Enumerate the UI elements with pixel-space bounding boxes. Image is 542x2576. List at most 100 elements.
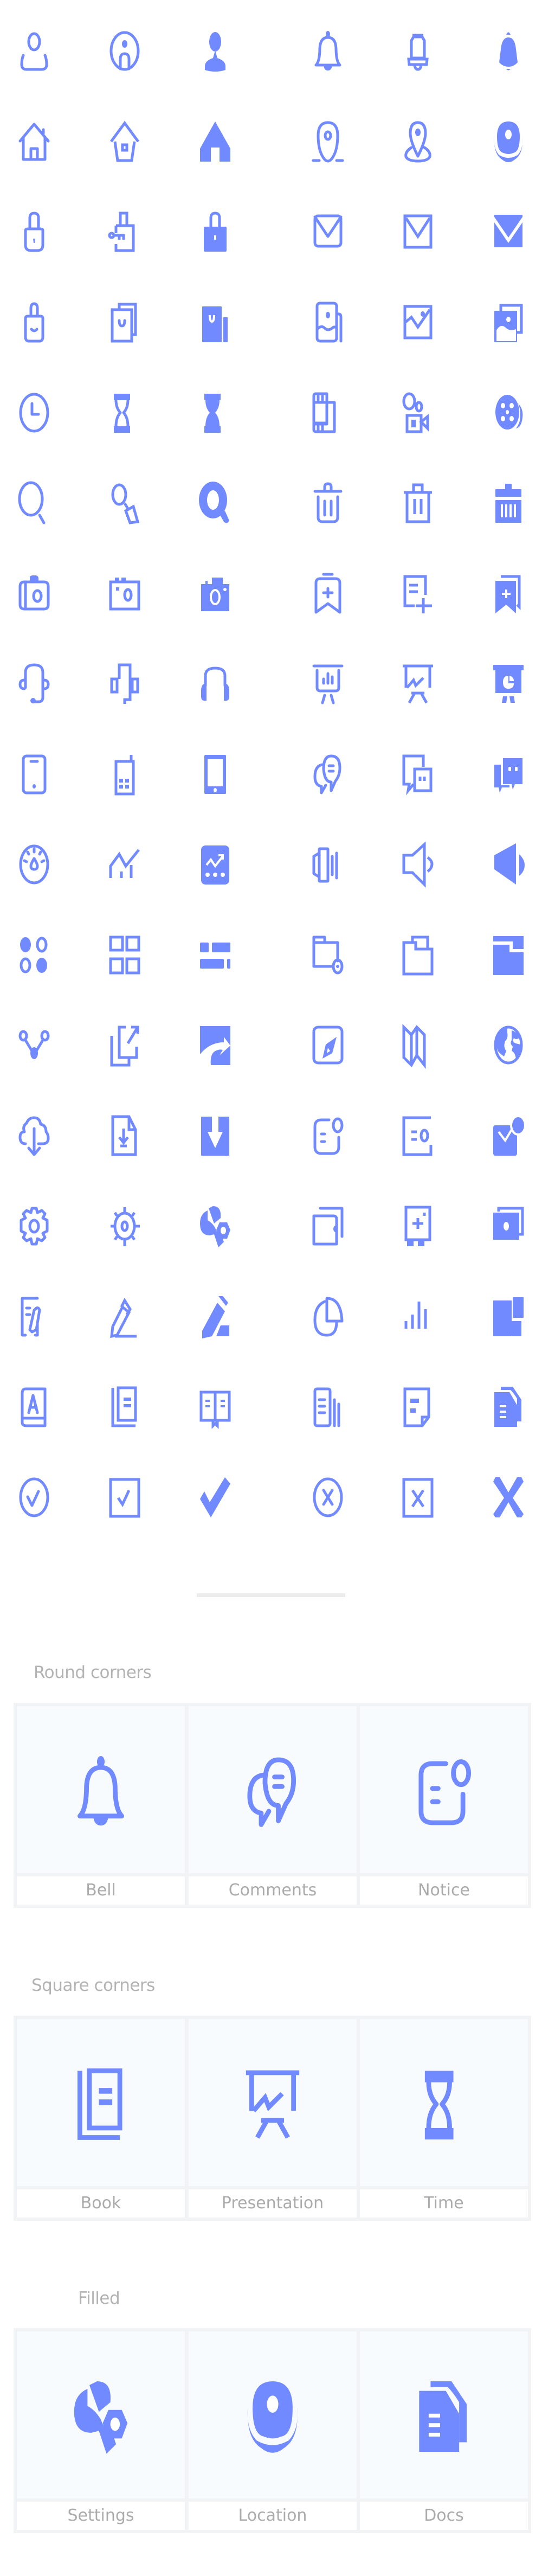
preview-cell-presentation[interactable] bbox=[189, 2019, 357, 2186]
check-filled-icon[interactable] bbox=[196, 1477, 234, 1517]
clock-round-icon[interactable] bbox=[15, 393, 53, 433]
image-round-icon[interactable] bbox=[309, 302, 347, 343]
location-square-icon[interactable] bbox=[399, 121, 437, 163]
preview-cell-bell[interactable] bbox=[17, 1706, 185, 1873]
user-filled-icon[interactable] bbox=[196, 31, 234, 72]
user-circle-icon[interactable] bbox=[106, 31, 144, 71]
gauge-round-icon[interactable] bbox=[15, 844, 53, 885]
cloud-download-round-icon[interactable] bbox=[15, 1116, 53, 1156]
pencil-square-icon[interactable] bbox=[106, 1296, 144, 1338]
compass-round-icon[interactable] bbox=[309, 1025, 347, 1065]
money-filled-icon[interactable] bbox=[489, 1206, 527, 1246]
hourglass-filled-icon[interactable] bbox=[196, 393, 234, 433]
location-filled-icon[interactable] bbox=[489, 121, 527, 162]
external-link-square-icon[interactable] bbox=[106, 1025, 144, 1067]
comments-round-icon[interactable] bbox=[309, 754, 347, 794]
folder-square-icon[interactable] bbox=[399, 935, 437, 976]
preview-cell-settings[interactable] bbox=[17, 2331, 185, 2498]
mobile-phone-square-icon[interactable] bbox=[106, 754, 144, 796]
edit-document-round-icon[interactable] bbox=[15, 1296, 53, 1337]
book-a-round-icon[interactable] bbox=[15, 1387, 53, 1427]
camera-square-icon[interactable] bbox=[106, 573, 144, 613]
file-download-square-icon[interactable] bbox=[106, 1115, 144, 1156]
hourglass-square-icon[interactable] bbox=[106, 393, 144, 433]
home-round-icon[interactable] bbox=[15, 121, 53, 162]
close-circle-round-icon[interactable] bbox=[309, 1477, 347, 1517]
film-round-icon[interactable] bbox=[309, 392, 347, 433]
notice-round-icon[interactable] bbox=[309, 1116, 347, 1156]
book-square-icon[interactable] bbox=[106, 1386, 144, 1427]
globe-filled-icon[interactable] bbox=[489, 1025, 527, 1065]
search-filled-icon[interactable] bbox=[196, 482, 234, 523]
headphones-filled-icon[interactable] bbox=[196, 664, 234, 704]
shopping-bag-filled-icon[interactable] bbox=[196, 302, 234, 342]
presentation-square-icon[interactable] bbox=[399, 664, 437, 704]
document-square-icon[interactable] bbox=[399, 1387, 437, 1427]
grid-square-icon[interactable] bbox=[106, 935, 144, 975]
search-square-icon[interactable] bbox=[106, 483, 144, 524]
trash-square-icon[interactable] bbox=[399, 483, 437, 523]
comments-filled-icon[interactable] bbox=[489, 754, 527, 794]
preview-cell-comments[interactable] bbox=[189, 1706, 357, 1873]
headset-round-icon[interactable] bbox=[15, 663, 53, 704]
docs-filled-icon[interactable] bbox=[489, 1387, 527, 1427]
mail-square-icon[interactable] bbox=[399, 212, 437, 252]
image-filled-icon[interactable] bbox=[489, 302, 527, 342]
folder-settings-round-icon[interactable] bbox=[309, 935, 347, 975]
location-round-icon[interactable] bbox=[309, 121, 347, 163]
presentation-filled-icon[interactable] bbox=[489, 664, 527, 704]
blocks-filled-icon[interactable] bbox=[489, 1296, 527, 1336]
dots-grid-round-icon[interactable] bbox=[15, 935, 53, 975]
settings-round-icon[interactable] bbox=[15, 1206, 53, 1246]
lock-filled-icon[interactable] bbox=[196, 212, 234, 252]
map-square-icon[interactable] bbox=[399, 1023, 437, 1069]
comments-square-icon[interactable] bbox=[399, 754, 437, 796]
preview-cell-book[interactable] bbox=[17, 2019, 185, 2186]
user-outline-icon[interactable] bbox=[15, 31, 53, 71]
mail-filled-icon[interactable] bbox=[489, 212, 527, 252]
home-filled-icon[interactable] bbox=[196, 121, 234, 162]
wallet-round-icon[interactable] bbox=[309, 1206, 347, 1246]
preview-cell-docs[interactable] bbox=[360, 2331, 528, 2498]
notice-filled-icon[interactable] bbox=[489, 1115, 527, 1156]
bell-round-icon[interactable] bbox=[309, 31, 347, 71]
lock-key-square-icon[interactable] bbox=[106, 212, 144, 252]
list-filled-icon[interactable] bbox=[196, 935, 234, 975]
search-round-icon[interactable] bbox=[15, 481, 53, 524]
folder-filled-icon[interactable] bbox=[489, 935, 527, 975]
mail-round-icon[interactable] bbox=[309, 212, 347, 252]
trash-filled-icon[interactable] bbox=[489, 483, 527, 523]
volume-filled-icon[interactable] bbox=[489, 843, 527, 885]
check-circle-round-icon[interactable] bbox=[15, 1477, 53, 1517]
camera-round-icon[interactable] bbox=[15, 573, 53, 613]
settings-filled-icon[interactable] bbox=[196, 1206, 234, 1247]
pie-chart-round-icon[interactable] bbox=[309, 1296, 347, 1337]
share-round-icon[interactable] bbox=[15, 1025, 53, 1065]
film-reel-filled-icon[interactable] bbox=[489, 393, 527, 433]
preview-cell-time[interactable] bbox=[360, 2019, 528, 2186]
preview-cell-notice[interactable] bbox=[360, 1706, 528, 1873]
download-filled-icon[interactable] bbox=[196, 1116, 234, 1156]
image-square-icon[interactable] bbox=[399, 302, 437, 342]
docs-round-icon[interactable] bbox=[309, 1387, 347, 1427]
share-filled-icon[interactable] bbox=[196, 1025, 234, 1065]
bookmark-add-round-icon[interactable] bbox=[309, 573, 347, 614]
headset-square-icon[interactable] bbox=[106, 663, 144, 704]
preview-cell-location[interactable] bbox=[189, 2331, 357, 2498]
smartphone-round-icon[interactable] bbox=[15, 754, 53, 794]
close-square-icon[interactable] bbox=[399, 1477, 437, 1518]
shopping-bag-round-icon[interactable] bbox=[15, 302, 53, 343]
note-add-square-icon[interactable] bbox=[399, 573, 437, 613]
bar-chart-square-icon[interactable] bbox=[399, 1296, 437, 1336]
lock-round-icon[interactable] bbox=[15, 212, 53, 252]
settings-square-icon[interactable] bbox=[106, 1206, 144, 1246]
volume-round-icon[interactable] bbox=[309, 844, 347, 885]
presentation-round-icon[interactable] bbox=[309, 664, 347, 704]
shopping-bag-square-icon[interactable] bbox=[106, 302, 144, 343]
check-square-icon[interactable] bbox=[106, 1477, 144, 1518]
trash-round-icon[interactable] bbox=[309, 482, 347, 523]
close-filled-icon[interactable] bbox=[489, 1477, 527, 1517]
safe-square-icon[interactable] bbox=[399, 1206, 437, 1246]
bell-filled-icon[interactable] bbox=[489, 31, 527, 71]
open-book-filled-icon[interactable] bbox=[196, 1387, 234, 1430]
